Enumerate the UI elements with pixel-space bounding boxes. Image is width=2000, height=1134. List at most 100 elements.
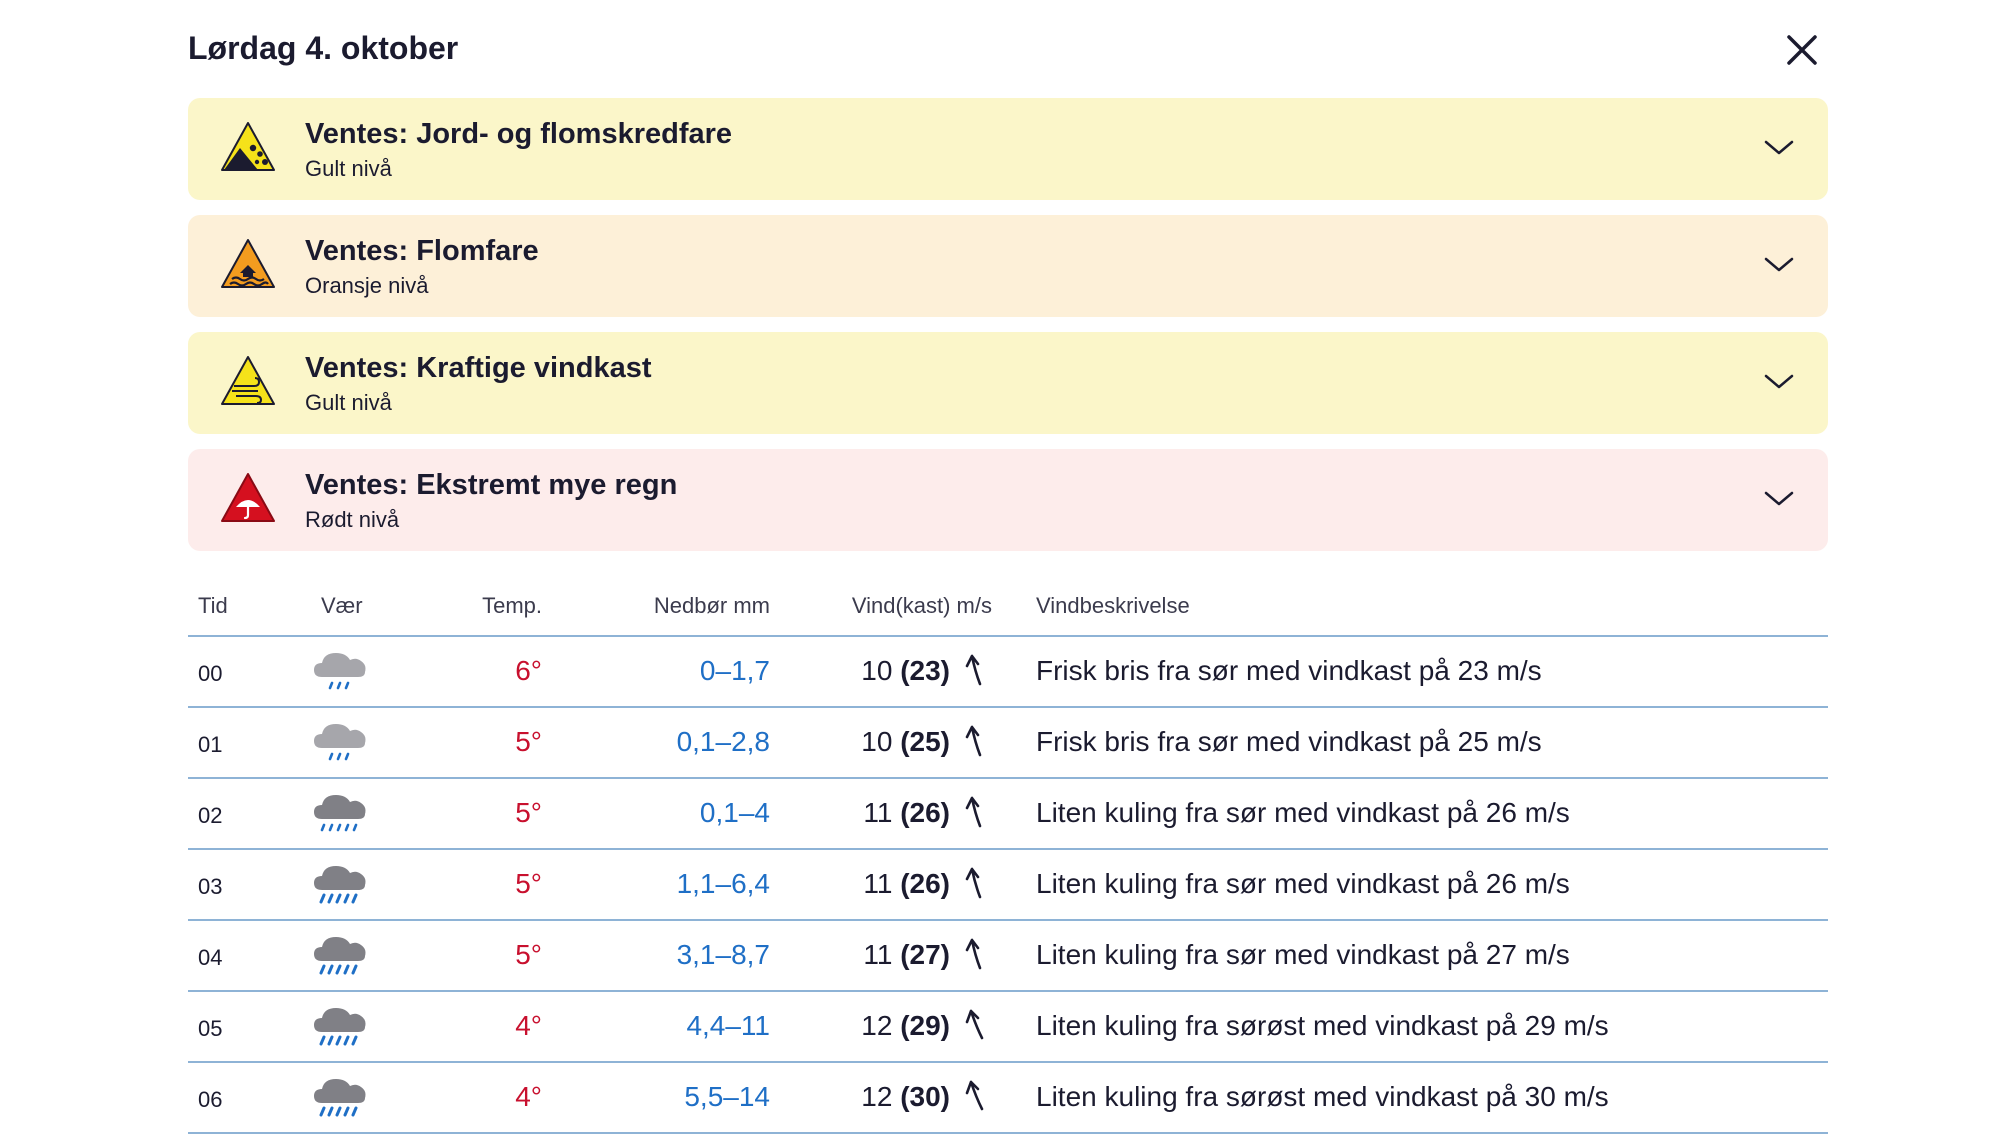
column-header-wind: Vind(kast) m/s <box>851 593 992 618</box>
wind-gust: (27) <box>900 939 950 970</box>
warning-rain[interactable]: Ventes: Ekstremt mye regn Rødt nivå <box>188 449 1828 551</box>
rain-icon <box>314 795 366 832</box>
heavy-rain-icon <box>314 937 366 975</box>
wind-description-cell: Liten kuling fra sør med vindkast på 26 … <box>1036 868 1570 899</box>
wind-gust: (29) <box>900 1010 950 1041</box>
landslide-warning-icon <box>221 122 275 171</box>
wind-speed: 12 <box>861 1010 893 1041</box>
heavy-rain-icon <box>314 1008 366 1046</box>
table-header: Tid Vær Temp. Nedbør mm Vind(kast) m/s V… <box>188 585 1828 637</box>
table-row: 02 5° 0,1–4 11 (26) Liten kuling fra sør… <box>188 779 1828 850</box>
wind-description-cell: Liten kuling fra sør med vindkast på 26 … <box>1036 797 1570 828</box>
forecast-day-panel: Lørdag 4. oktober Ventes: Jord- og floms… <box>188 0 1828 1134</box>
temperature-cell: 5° <box>515 939 542 970</box>
warning-level: Gult nivå <box>305 390 392 415</box>
warning-level: Gult nivå <box>305 156 392 181</box>
chevron-down-icon[interactable] <box>1764 138 1794 158</box>
column-header-precip: Nedbør mm <box>653 593 770 618</box>
precipitation-cell: 3,1–8,7 <box>676 939 770 970</box>
warning-title: Ventes: Flomfare <box>305 235 539 267</box>
heavy-rain-icon <box>314 866 366 904</box>
table-row: 05 4° 4,4–11 12 (29) Liten kuling fra sø… <box>188 992 1828 1063</box>
wind-speed: 11 <box>863 797 893 828</box>
wind-description-cell: Frisk bris fra sør med vindkast på 25 m/… <box>1036 726 1542 757</box>
chevron-down-icon[interactable] <box>1764 489 1794 509</box>
table-row: 06 4° 5,5–14 12 (30) Liten kuling fra sø… <box>188 1063 1828 1134</box>
time-cell: 06 <box>198 1087 223 1112</box>
wind-direction-arrow-icon <box>965 938 982 970</box>
warning-level: Oransje nivå <box>305 273 429 298</box>
column-header-weather: Vær <box>321 593 363 618</box>
precipitation-cell: 4,4–11 <box>686 1010 770 1041</box>
temperature-cell: 4° <box>515 1081 542 1112</box>
warning-landslide[interactable]: Ventes: Jord- og flomskredfare Gult nivå <box>188 98 1828 200</box>
temperature-cell: 6° <box>515 655 542 686</box>
warning-title: Ventes: Jord- og flomskredfare <box>305 118 733 150</box>
wind-cell: 11 (26) <box>863 868 950 900</box>
light-rain-icon <box>314 724 366 761</box>
wind-gust: (23) <box>900 655 950 686</box>
time-cell: 02 <box>198 803 223 828</box>
precipitation-cell: 1,1–6,4 <box>676 868 770 899</box>
column-header-time: Tid <box>198 593 228 618</box>
wind-cell: 12 (29) <box>861 1010 950 1042</box>
warning-title: Ventes: Ekstremt mye regn <box>305 469 678 501</box>
wind-speed: 11 <box>863 868 893 899</box>
table-row: 04 5° 3,1–8,7 11 (27) Liten kuling fra s… <box>188 921 1828 992</box>
wind-speed: 11 <box>863 939 893 970</box>
table-row: 03 5° 1,1–6,4 11 (26) Liten kuling fra s… <box>188 850 1828 921</box>
table-row: 01 5° 0,1–2,8 10 (25) Frisk bris fra sør… <box>188 708 1828 779</box>
temperature-cell: 5° <box>515 797 542 828</box>
wind-gust: (25) <box>900 726 950 757</box>
wind-direction-arrow-icon <box>965 867 982 899</box>
light-rain-icon <box>314 653 366 690</box>
panel-header: Lørdag 4. oktober <box>188 0 1828 98</box>
warning-wind[interactable]: Ventes: Kraftige vindkast Gult nivå <box>188 332 1828 434</box>
close-icon[interactable] <box>1782 30 1822 70</box>
time-cell: 05 <box>198 1016 223 1041</box>
column-header-wind-description: Vindbeskrivelse <box>1036 593 1190 618</box>
wind-warning-icon <box>221 356 275 405</box>
wind-gust: (26) <box>900 797 950 828</box>
warning-title: Ventes: Kraftige vindkast <box>305 352 652 384</box>
time-cell: 00 <box>198 661 223 686</box>
precipitation-cell: 0,1–4 <box>699 797 770 828</box>
temperature-cell: 5° <box>515 868 542 899</box>
wind-direction-arrow-icon <box>965 1009 984 1040</box>
temperature-cell: 5° <box>515 726 542 757</box>
precipitation-cell: 0,1–2,8 <box>676 726 770 757</box>
flood-warning-icon <box>221 239 275 288</box>
chevron-down-icon[interactable] <box>1764 372 1794 392</box>
chevron-down-icon[interactable] <box>1764 255 1794 275</box>
wind-cell: 10 (23) <box>861 655 950 687</box>
wind-description-cell: Liten kuling fra sørøst med vindkast på … <box>1036 1081 1609 1112</box>
wind-direction-arrow-icon <box>965 654 982 686</box>
wind-description-cell: Liten kuling fra sørøst med vindkast på … <box>1036 1010 1609 1041</box>
time-cell: 01 <box>198 732 223 757</box>
column-header-temp: Temp. <box>482 593 542 618</box>
table-row: 00 6° 0–1,7 10 (23) Frisk bris fra sør m… <box>188 637 1828 708</box>
wind-speed: 10 <box>861 726 893 757</box>
wind-direction-arrow-icon <box>965 796 982 828</box>
wind-direction-arrow-icon <box>965 1080 984 1111</box>
wind-cell: 12 (30) <box>861 1081 950 1113</box>
wind-description-cell: Liten kuling fra sør med vindkast på 27 … <box>1036 939 1570 970</box>
warning-flood[interactable]: Ventes: Flomfare Oransje nivå <box>188 215 1828 317</box>
wind-cell: 10 (25) <box>861 726 950 758</box>
precipitation-cell: 5,5–14 <box>684 1081 770 1112</box>
warning-level: Rødt nivå <box>305 507 400 532</box>
wind-cell: 11 (26) <box>863 797 950 829</box>
wind-speed: 10 <box>861 655 893 686</box>
time-cell: 03 <box>198 874 223 899</box>
page-title: Lørdag 4. oktober <box>188 30 459 66</box>
wind-gust: (26) <box>900 868 950 899</box>
precipitation-cell: 0–1,7 <box>699 655 770 686</box>
heavy-rain-icon <box>314 1079 366 1117</box>
wind-description-cell: Frisk bris fra sør med vindkast på 23 m/… <box>1036 655 1542 686</box>
hourly-forecast-table: Tid Vær Temp. Nedbør mm Vind(kast) m/s V… <box>188 585 1828 1134</box>
wind-speed: 12 <box>861 1081 893 1112</box>
wind-cell: 11 (27) <box>863 939 950 971</box>
temperature-cell: 4° <box>515 1010 542 1041</box>
time-cell: 04 <box>198 945 223 970</box>
wind-direction-arrow-icon <box>965 725 982 757</box>
